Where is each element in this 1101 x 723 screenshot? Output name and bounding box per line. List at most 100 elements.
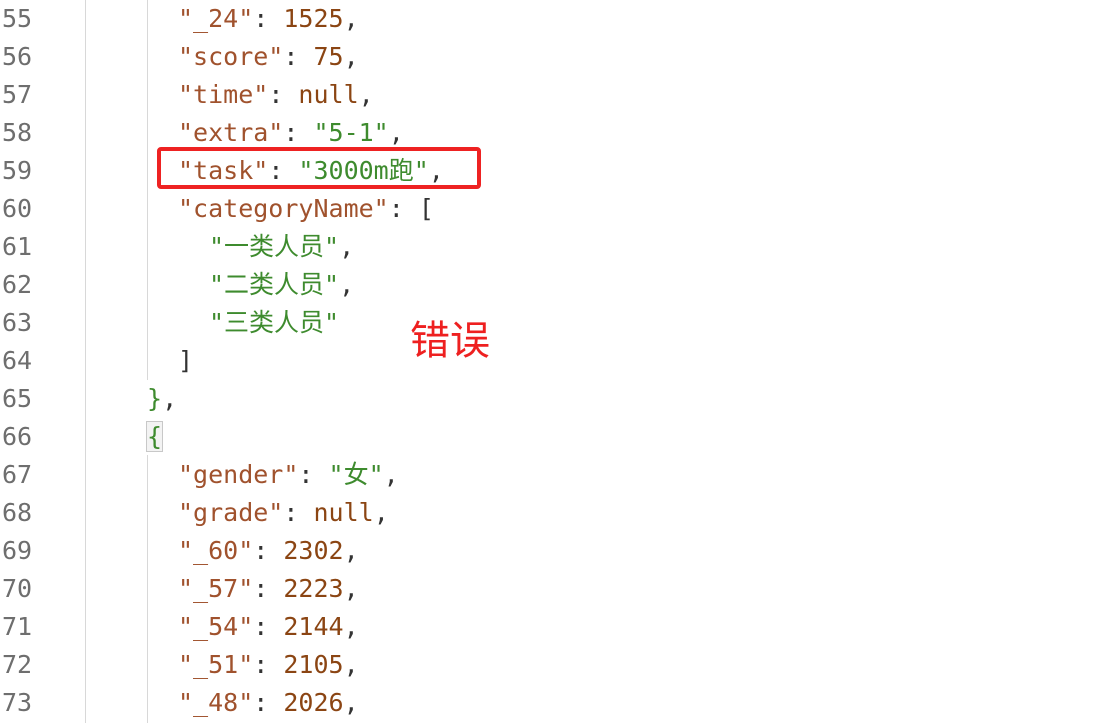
line-number: 64 (2, 346, 33, 375)
code-line[interactable]: 72 "_51": 2105, (0, 646, 1101, 684)
code-token: 1525 (283, 4, 344, 33)
code-token: : (253, 4, 284, 33)
code-line[interactable]: 70 "_57": 2223, (0, 570, 1101, 608)
code-token: : (253, 612, 284, 641)
code-token: , (162, 384, 178, 413)
code-token: , (343, 536, 359, 565)
code-text: "_60": 2302, (178, 532, 359, 570)
code-line[interactable]: 57 "time": null, (0, 76, 1101, 114)
code-token: , (343, 650, 359, 679)
code-token: 2144 (283, 612, 344, 641)
code-token: "extra" (178, 118, 284, 147)
code-token: : (253, 574, 284, 603)
code-editor[interactable]: 55 "_24": 1525, 56 "score": 75, 57 "time": nu… (0, 0, 1101, 723)
code-token: "_60" (178, 536, 254, 565)
code-token: "二类人员" (209, 270, 340, 299)
code-token: : (283, 118, 314, 147)
code-token: , (383, 460, 399, 489)
code-token: , (358, 80, 374, 109)
line-number: 73 (2, 688, 33, 717)
line-number: 59 (2, 156, 33, 185)
code-text: "gender": "女", (178, 456, 399, 494)
code-token: "三类人员" (209, 308, 340, 337)
code-token: null (298, 80, 359, 109)
code-line[interactable]: 69 "_60": 2302, (0, 532, 1101, 570)
error-highlight-box (157, 147, 481, 189)
code-line[interactable]: 56 "score": 75, (0, 38, 1101, 76)
code-text: "_24": 1525, (178, 0, 359, 38)
line-number: 67 (2, 460, 33, 489)
code-text: "_48": 2026, (178, 684, 359, 722)
code-token: , (388, 118, 404, 147)
code-text: "time": null, (178, 76, 374, 114)
code-token: 2223 (283, 574, 344, 603)
code-text: "三类人员" (209, 304, 339, 342)
line-number: 65 (2, 384, 33, 413)
code-token: "女" (328, 460, 384, 489)
code-text: ] (178, 342, 193, 380)
line-number: 56 (2, 42, 33, 71)
code-line[interactable]: 60 "categoryName": [ (0, 190, 1101, 228)
code-token: 2105 (283, 650, 344, 679)
code-token: , (339, 270, 355, 299)
code-line[interactable]: 68 "grade": null, (0, 494, 1101, 532)
code-token: "_57" (178, 574, 254, 603)
code-text: "score": 75, (178, 38, 359, 76)
code-token: , (343, 688, 359, 717)
line-number: 71 (2, 612, 33, 641)
code-text: { (145, 418, 164, 456)
code-line[interactable]: 73 "_48": 2026, (0, 684, 1101, 722)
code-line[interactable]: 67 "gender": "女", (0, 456, 1101, 494)
code-token: "一类人员" (209, 232, 340, 261)
code-token: null (313, 498, 374, 527)
line-number: 69 (2, 536, 33, 565)
code-token: : (253, 688, 284, 717)
code-token: "grade" (178, 498, 284, 527)
code-token: , (343, 574, 359, 603)
code-text: "_57": 2223, (178, 570, 359, 608)
code-text: "categoryName": [ (178, 190, 434, 228)
line-number: 57 (2, 80, 33, 109)
code-line[interactable]: 55 "_24": 1525, (0, 0, 1101, 38)
code-token: 2026 (283, 688, 344, 717)
code-token: : (283, 498, 314, 527)
code-token: : (268, 80, 299, 109)
line-number: 62 (2, 270, 33, 299)
code-line[interactable]: 65}, (0, 380, 1101, 418)
code-text: }, (147, 380, 177, 418)
line-number: 61 (2, 232, 33, 261)
code-token: : (253, 650, 284, 679)
line-number: 60 (2, 194, 33, 223)
code-line[interactable]: 61 "一类人员", (0, 228, 1101, 266)
code-token: : (283, 42, 314, 71)
code-token: "gender" (178, 460, 299, 489)
code-line[interactable]: 63 "三类人员" (0, 304, 1101, 342)
line-number: 58 (2, 118, 33, 147)
code-token: "_54" (178, 612, 254, 641)
code-token: ] (178, 346, 194, 375)
code-token: { (145, 421, 164, 452)
code-token: "_24" (178, 4, 254, 33)
code-token: , (343, 4, 359, 33)
code-token: , (339, 232, 355, 261)
code-token: "categoryName" (178, 194, 389, 223)
line-number: 72 (2, 650, 33, 679)
code-token: : (253, 536, 284, 565)
code-token: 75 (313, 42, 344, 71)
code-token: : [ (388, 194, 434, 223)
code-text: "一类人员", (209, 228, 354, 266)
code-token: , (343, 612, 359, 641)
error-annotation-label: 错误 (410, 318, 490, 364)
code-line[interactable]: 66 { (0, 418, 1101, 456)
code-token: 2302 (283, 536, 344, 565)
code-token: "_48" (178, 688, 254, 717)
code-line[interactable]: 64] (0, 342, 1101, 380)
code-text: "_51": 2105, (178, 646, 359, 684)
code-line[interactable]: 62 "二类人员", (0, 266, 1101, 304)
line-number: 68 (2, 498, 33, 527)
code-text: "二类人员", (209, 266, 354, 304)
code-token: "5-1" (313, 118, 389, 147)
code-line[interactable]: 71 "_54": 2144, (0, 608, 1101, 646)
code-token: , (373, 498, 389, 527)
line-number: 70 (2, 574, 33, 603)
